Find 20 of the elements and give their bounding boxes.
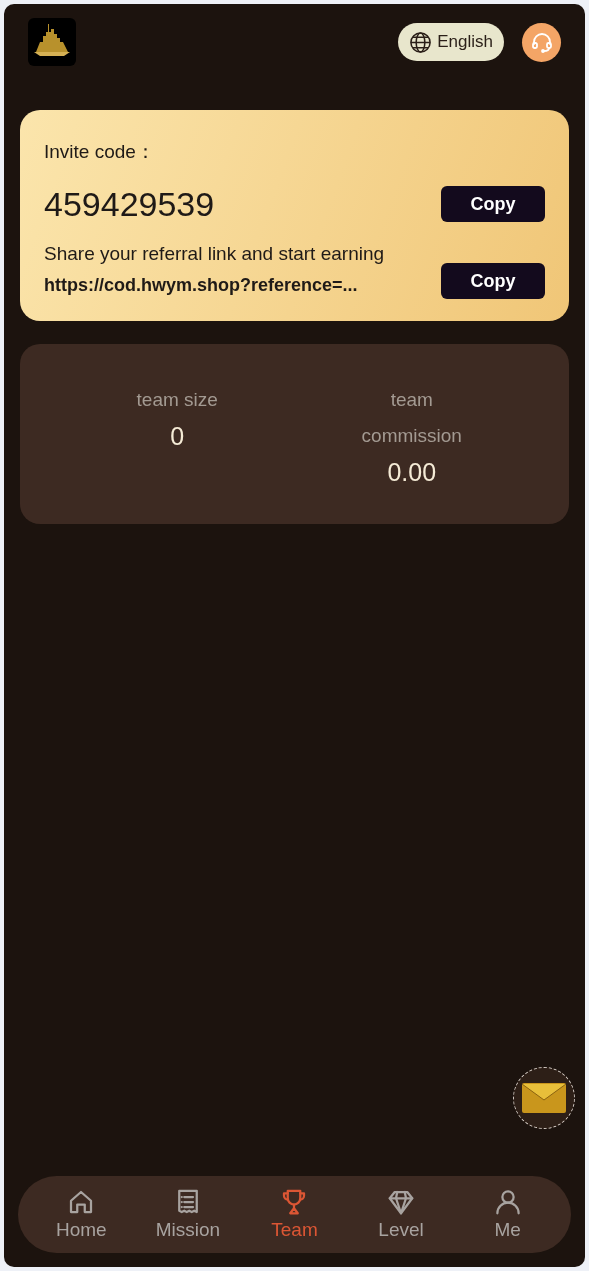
nav-tab[interactable]: Mission <box>142 1186 233 1243</box>
language-button[interactable]: English <box>398 23 504 61</box>
copy-button[interactable]: Copy <box>441 186 545 222</box>
stat-value: 0 <box>170 421 185 452</box>
stat-value: 0.00 <box>387 457 437 488</box>
logo-icon <box>28 18 76 66</box>
nav-tab[interactable]: Team <box>249 1186 340 1243</box>
invite-code: 459429539 <box>44 183 215 225</box>
envelope-icon <box>521 1081 567 1115</box>
nav-tab[interactable]: Me <box>462 1186 553 1243</box>
nav-tab[interactable]: Level <box>356 1186 447 1243</box>
copy-button[interactable]: Copy <box>441 263 545 299</box>
share-text: Share your referral link and start earning <box>44 241 385 266</box>
headset-icon <box>529 30 554 54</box>
globe-icon <box>409 30 433 54</box>
invite-label: Invite code： <box>44 140 156 164</box>
stat-label: team size <box>136 388 218 412</box>
stat-label: team commission <box>360 388 463 448</box>
support-button[interactable] <box>522 22 561 62</box>
nav-tab[interactable]: Home <box>36 1186 127 1243</box>
